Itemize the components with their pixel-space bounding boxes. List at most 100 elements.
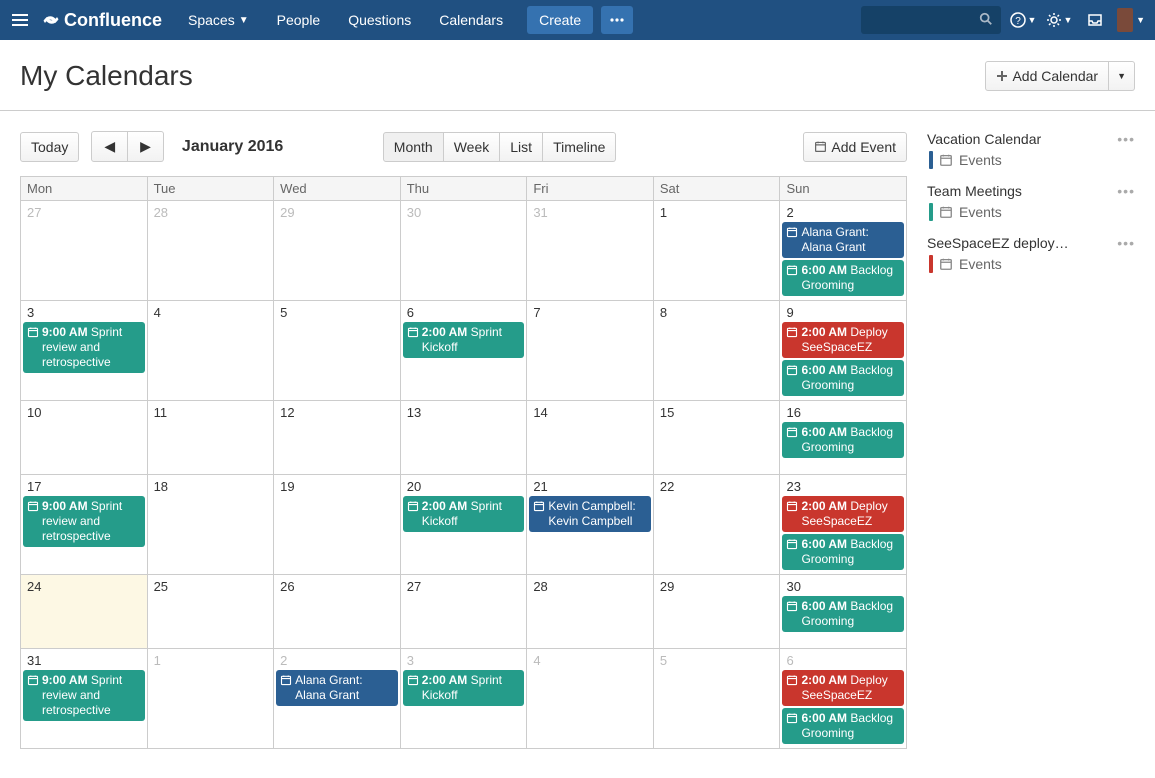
day-cell[interactable]: 25 xyxy=(148,575,275,649)
day-cell[interactable]: 26 xyxy=(274,575,401,649)
create-button[interactable]: Create xyxy=(527,6,593,34)
day-cell[interactable]: 179:00 AM Sprint review and retrospectiv… xyxy=(21,475,148,575)
calendar-event[interactable]: 6:00 AM Backlog Grooming xyxy=(782,360,904,396)
calendar-options-button[interactable]: ••• xyxy=(1117,183,1135,199)
calendar-event[interactable]: Alana Grant: Alana Grant xyxy=(276,670,398,706)
add-event-button[interactable]: Add Event xyxy=(803,132,907,162)
calendar-event[interactable]: 2:00 AM Sprint Kickoff xyxy=(403,496,525,532)
sidebar-event-type[interactable]: Events xyxy=(927,255,1135,273)
nav-questions[interactable]: Questions xyxy=(336,0,423,40)
day-cell[interactable]: 92:00 AM Deploy SeeSpaceEZ6:00 AM Backlo… xyxy=(780,301,906,401)
more-button[interactable] xyxy=(601,6,633,34)
day-cell[interactable]: 5 xyxy=(274,301,401,401)
day-cell[interactable]: 31 xyxy=(527,201,654,301)
sidebar-calendar-name[interactable]: SeeSpaceEZ deploy… xyxy=(927,235,1069,251)
day-number: 6 xyxy=(403,303,525,320)
calendar-event[interactable]: 6:00 AM Backlog Grooming xyxy=(782,534,904,570)
day-cell[interactable]: 1 xyxy=(654,201,781,301)
calendar-event[interactable]: 2:00 AM Deploy SeeSpaceEZ xyxy=(782,496,904,532)
day-cell[interactable]: 28 xyxy=(148,201,275,301)
day-cell[interactable]: 30 xyxy=(401,201,528,301)
calendar-event[interactable]: Alana Grant: Alana Grant xyxy=(782,222,904,258)
day-cell[interactable]: 5 xyxy=(654,649,781,749)
day-cell[interactable]: 29 xyxy=(274,201,401,301)
add-calendar-dropdown[interactable]: ▼ xyxy=(1109,61,1135,91)
day-cell[interactable]: 31 9:00 AM Sprint review and retrospectiv… xyxy=(21,649,148,749)
day-cell[interactable]: 11 xyxy=(148,401,275,475)
calendar-event[interactable]: 9:00 AM Sprint review and retrospective xyxy=(23,670,145,721)
day-number: 1 xyxy=(150,651,272,668)
sidebar-calendar-name[interactable]: Vacation Calendar xyxy=(927,131,1041,147)
day-cell[interactable]: 2Alana Grant: Alana Grant6:00 AM Backlog… xyxy=(780,201,906,301)
nav-people[interactable]: People xyxy=(265,0,333,40)
day-cell[interactable]: 202:00 AM Sprint Kickoff xyxy=(401,475,528,575)
prev-button[interactable]: ◀ xyxy=(91,131,128,162)
view-month[interactable]: Month xyxy=(383,132,444,162)
help-button[interactable]: ? ▼ xyxy=(1009,6,1037,34)
add-calendar-button[interactable]: Add Calendar xyxy=(985,61,1109,91)
calendar-event[interactable]: 2:00 AM Sprint Kickoff xyxy=(403,670,525,706)
profile-button[interactable]: ▼ xyxy=(1117,6,1145,34)
day-cell[interactable]: 27 xyxy=(21,201,148,301)
calendar-event[interactable]: 9:00 AM Sprint review and retrospective xyxy=(23,496,145,547)
caret-down-icon: ▼ xyxy=(1064,15,1073,25)
day-cell[interactable]: 6 2:00 AM Sprint Kickoff xyxy=(401,301,528,401)
calendar-event[interactable]: 2:00 AM Deploy SeeSpaceEZ xyxy=(782,322,904,358)
view-timeline[interactable]: Timeline xyxy=(543,132,616,162)
calendar-event[interactable]: Kevin Campbell: Kevin Campbell xyxy=(529,496,651,532)
day-cell[interactable]: 27 xyxy=(401,575,528,649)
menu-icon[interactable] xyxy=(10,8,34,32)
day-cell[interactable]: 13 xyxy=(401,401,528,475)
weekday-label: Sat xyxy=(654,177,781,201)
view-week[interactable]: Week xyxy=(444,132,501,162)
day-cell[interactable]: 8 xyxy=(654,301,781,401)
day-cell[interactable]: 28 xyxy=(527,575,654,649)
day-cell[interactable]: 24 xyxy=(21,575,148,649)
calendar-event[interactable]: 6:00 AM Backlog Grooming xyxy=(782,596,904,632)
day-cell[interactable]: 14 xyxy=(527,401,654,475)
calendar-event[interactable]: 6:00 AM Backlog Grooming xyxy=(782,422,904,458)
view-list[interactable]: List xyxy=(500,132,543,162)
day-cell[interactable]: 10 xyxy=(21,401,148,475)
day-cell[interactable]: 4 xyxy=(148,301,275,401)
calendar-options-button[interactable]: ••• xyxy=(1117,235,1135,251)
calendar-event[interactable]: 6:00 AM Backlog Grooming xyxy=(782,260,904,296)
day-cell[interactable]: 29 xyxy=(654,575,781,649)
day-cell[interactable]: 22 xyxy=(654,475,781,575)
day-cell[interactable]: 32:00 AM Sprint Kickoff xyxy=(401,649,528,749)
event-time: 2:00 AM xyxy=(422,499,468,513)
day-cell[interactable]: 15 xyxy=(654,401,781,475)
nav-spaces[interactable]: Spaces ▼ xyxy=(176,0,261,40)
calendar-event[interactable]: 2:00 AM Deploy SeeSpaceEZ xyxy=(782,670,904,706)
today-button[interactable]: Today xyxy=(20,132,79,162)
day-cell[interactable]: 1 xyxy=(148,649,275,749)
day-cell[interactable]: 12 xyxy=(274,401,401,475)
sidebar-calendar-name[interactable]: Team Meetings xyxy=(927,183,1022,199)
event-time: 6:00 AM xyxy=(801,537,847,551)
day-cell[interactable]: 166:00 AM Backlog Grooming xyxy=(780,401,906,475)
day-cell[interactable]: 4 xyxy=(527,649,654,749)
day-cell[interactable]: 21Kevin Campbell: Kevin Campbell xyxy=(527,475,654,575)
day-cell[interactable]: 2Alana Grant: Alana Grant xyxy=(274,649,401,749)
calendar-options-button[interactable]: ••• xyxy=(1117,131,1135,147)
inbox-button[interactable] xyxy=(1081,6,1109,34)
next-button[interactable]: ▶ xyxy=(128,131,164,162)
day-cell[interactable]: 18 xyxy=(148,475,275,575)
day-number: 15 xyxy=(656,403,778,420)
day-number: 31 xyxy=(23,651,145,668)
calendar-event[interactable]: 6:00 AM Backlog Grooming xyxy=(782,708,904,744)
day-cell[interactable]: 306:00 AM Backlog Grooming xyxy=(780,575,906,649)
day-cell[interactable]: 19 xyxy=(274,475,401,575)
sidebar-event-type[interactable]: Events xyxy=(927,203,1135,221)
settings-button[interactable]: ▼ xyxy=(1045,6,1073,34)
day-cell[interactable]: 62:00 AM Deploy SeeSpaceEZ6:00 AM Backlo… xyxy=(780,649,906,749)
calendar-icon xyxy=(407,500,419,512)
sidebar-event-type[interactable]: Events xyxy=(927,151,1135,169)
calendar-event[interactable]: 2:00 AM Sprint Kickoff xyxy=(403,322,525,358)
confluence-logo[interactable]: Confluence xyxy=(42,10,162,31)
nav-calendars[interactable]: Calendars xyxy=(427,0,515,40)
day-cell[interactable]: 232:00 AM Deploy SeeSpaceEZ6:00 AM Backl… xyxy=(780,475,906,575)
day-cell[interactable]: 39:00 AM Sprint review and retrospective xyxy=(21,301,148,401)
calendar-event[interactable]: 9:00 AM Sprint review and retrospective xyxy=(23,322,145,373)
day-cell[interactable]: 7 xyxy=(527,301,654,401)
